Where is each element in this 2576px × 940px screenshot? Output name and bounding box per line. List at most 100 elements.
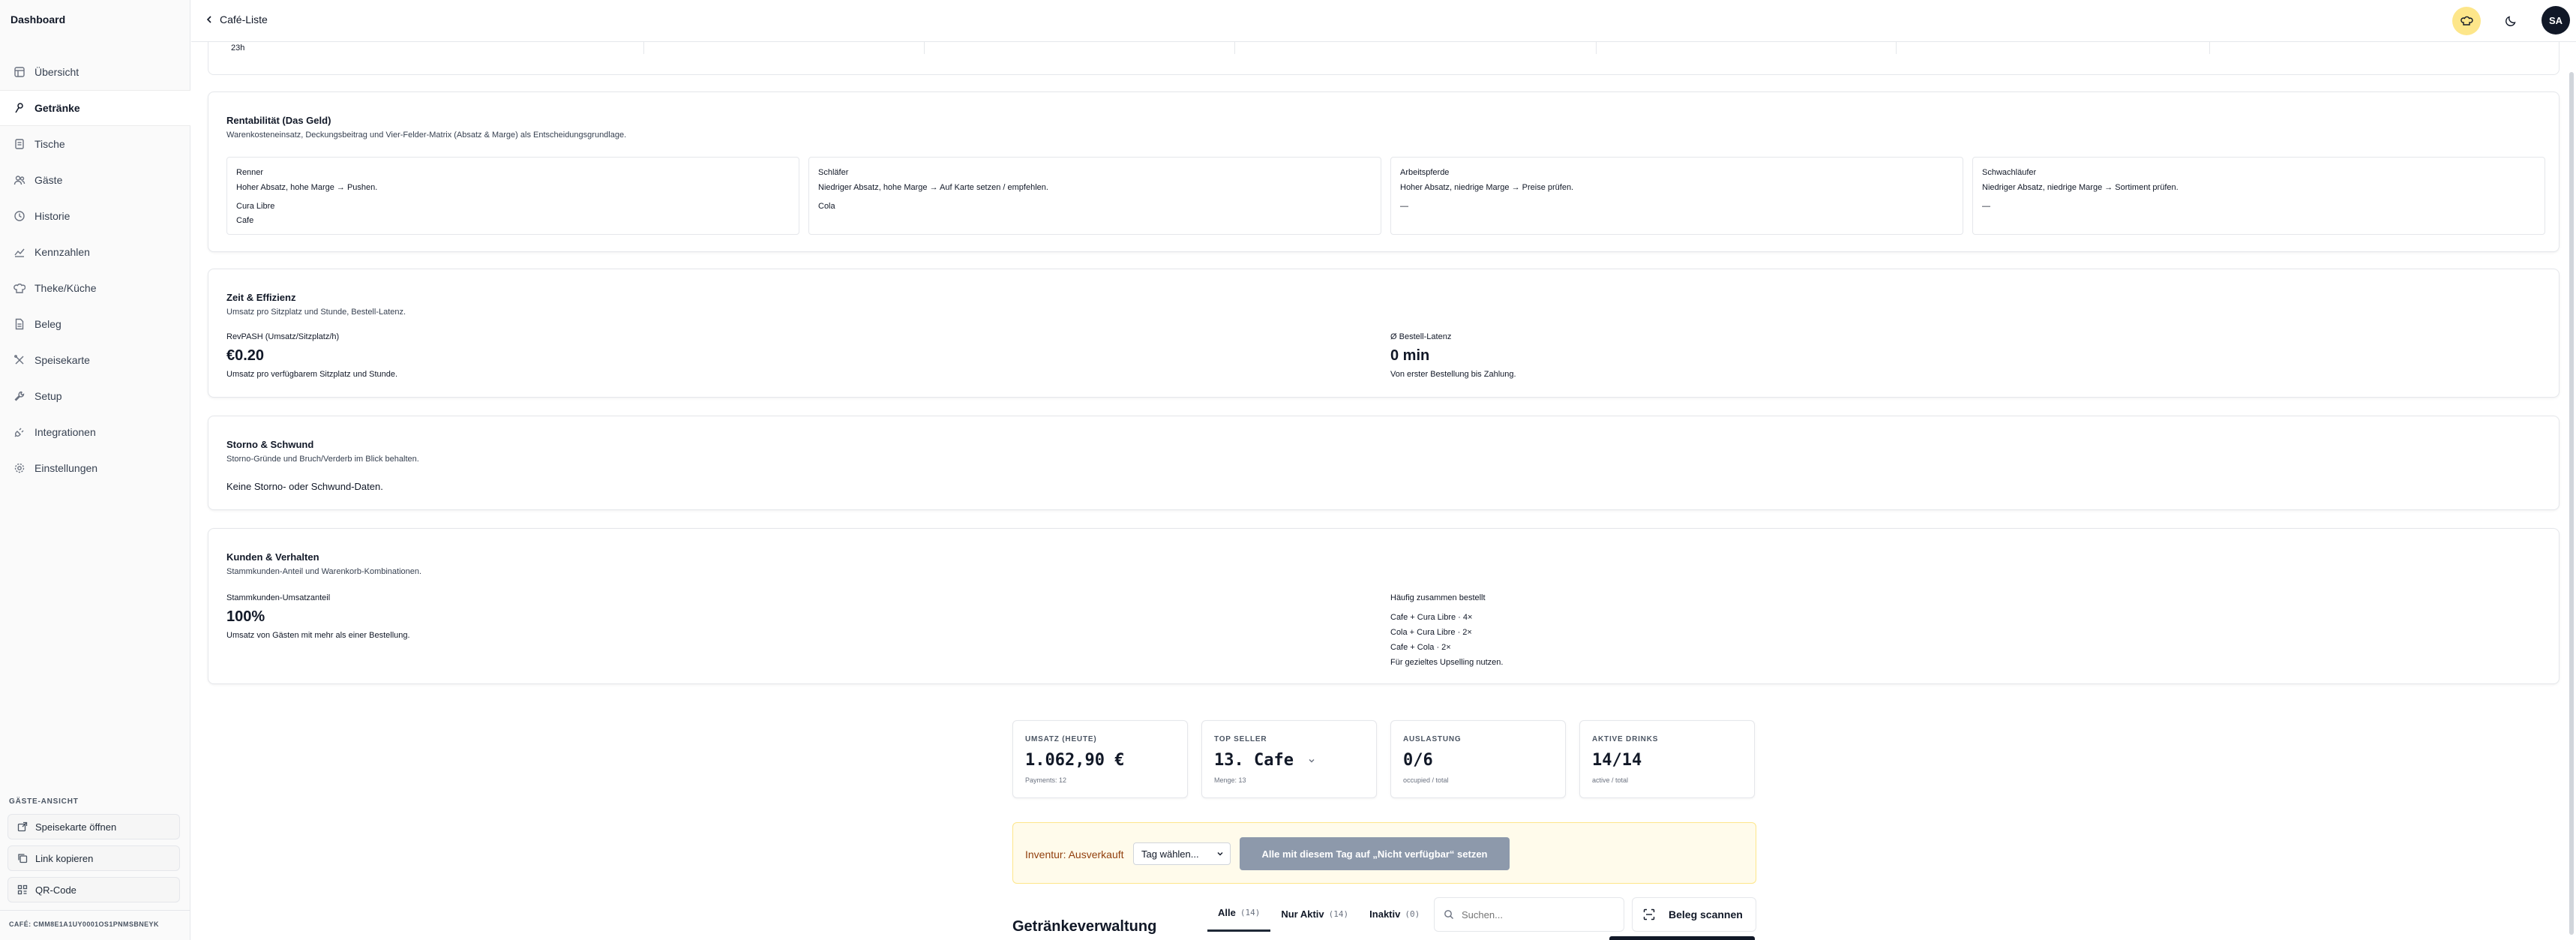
history-icon xyxy=(13,210,25,222)
chart-icon xyxy=(13,246,25,258)
sidebar-item-label: Gäste xyxy=(34,174,63,186)
sidebar-item-label: Setup xyxy=(34,390,62,402)
qr-code-button[interactable]: QR-Code xyxy=(7,877,180,902)
avatar[interactable]: SA xyxy=(2542,6,2570,35)
sidebar-item-beleg[interactable]: Beleg xyxy=(0,306,190,342)
sidebar-item-historie[interactable]: Historie xyxy=(0,198,190,234)
sidebar-item-integrationen[interactable]: Integrationen xyxy=(0,414,190,450)
sidebar-item-einstellungen[interactable]: Einstellungen xyxy=(0,450,190,486)
sidebar-item-speisekarte[interactable]: Speisekarte xyxy=(0,342,190,378)
card-title: Rentabilität (Das Geld) xyxy=(226,115,331,126)
copy-icon xyxy=(17,853,28,863)
tab-count: (14) xyxy=(1328,908,1349,919)
quadrant-items: — xyxy=(1400,200,1408,214)
latency-value: 0 min xyxy=(1390,347,1430,364)
chevron-down-icon xyxy=(1309,759,1315,763)
layout-icon xyxy=(13,66,25,78)
filter-tabs: Alle (14) Nur Aktiv (14) Inaktiv (0) xyxy=(1207,896,1430,932)
sidebar-nav: Übersicht Getränke Tische Gäste Historie… xyxy=(0,54,190,486)
scrollbar[interactable] xyxy=(2569,42,2574,940)
scrollbar-thumb[interactable] xyxy=(2569,72,2574,935)
dark-mode-toggle[interactable] xyxy=(2497,7,2525,35)
revpash-label: RevPASH (Umsatz/Sitzplatz/h) xyxy=(226,332,340,341)
action-button-edge[interactable] xyxy=(1609,936,1755,940)
kpi-sub: occupied / total xyxy=(1403,776,1449,784)
search-icon xyxy=(1444,910,1453,919)
receipt-icon xyxy=(13,318,25,330)
open-menu-button[interactable]: Speisekarte öffnen xyxy=(7,814,180,839)
kpi-value: 1.062,90 € xyxy=(1025,751,1125,770)
qr-code-icon xyxy=(17,884,28,895)
hour-row-label: 23h xyxy=(231,44,245,53)
kpi-value: 14/14 xyxy=(1592,751,1642,770)
tab-count: (14) xyxy=(1240,908,1261,917)
quadrant-items: — xyxy=(1982,200,1990,214)
latency-label: Ø Bestell-Latenz xyxy=(1390,332,1452,341)
tab-label: Alle xyxy=(1218,907,1236,918)
sidebar-item-label: Integrationen xyxy=(34,426,96,438)
list-item: — xyxy=(1982,202,1990,211)
back-link[interactable]: Café-Liste xyxy=(205,14,268,26)
kpi-value: 0/6 xyxy=(1403,751,1433,770)
card-title: Zeit & Effizienz xyxy=(226,292,296,303)
quadrant-items: Cura Libre Cafe xyxy=(236,200,274,228)
empty-state: Keine Storno- oder Schwund-Daten. xyxy=(226,481,383,492)
kpi-sub: active / total xyxy=(1592,776,1629,784)
table-icon xyxy=(13,138,25,150)
sidebar-item-gaeste[interactable]: Gäste xyxy=(0,162,190,198)
quadrant-description: Niedriger Absatz, niedrige Marge → Sorti… xyxy=(1982,183,2179,192)
card-subtitle: Stammkunden-Anteil und Warenkorb-Kombina… xyxy=(226,567,422,576)
tab-all[interactable]: Alle (14) xyxy=(1207,896,1271,932)
moon-icon xyxy=(2506,16,2516,26)
kpi-value[interactable]: 13. Cafe xyxy=(1214,751,1315,770)
tab-active-only[interactable]: Nur Aktiv (14) xyxy=(1270,896,1359,932)
latency-note: Von erster Bestellung bis Zahlung. xyxy=(1390,370,1516,379)
sidebar-item-uebersicht[interactable]: Übersicht xyxy=(0,54,190,90)
list-item: Cura Libre xyxy=(236,202,275,211)
kpi-label: TOP SELLER xyxy=(1214,735,1267,743)
cafe-id: CAFÉ: CMM8E1A1UY0001OS1PNMSBNEYK xyxy=(9,920,159,928)
quadrant-title: Schläfer xyxy=(818,168,849,177)
profitability-card: Rentabilität (Das Geld) Warenkosteneinsa… xyxy=(208,92,2560,252)
tag-select[interactable]: Tag wählen... xyxy=(1133,842,1231,865)
combos-label: Häufig zusammen bestellt xyxy=(1390,593,1486,602)
table-column-separator xyxy=(1896,42,1897,54)
top-header: Café-Liste SA xyxy=(191,0,2576,42)
card-title: Storno & Schwund xyxy=(226,439,314,450)
sidebar-divider xyxy=(0,910,190,911)
search-input[interactable] xyxy=(1462,908,1612,920)
kpi-value-text: 13. Cafe xyxy=(1214,751,1294,770)
sidebar-item-label: Getränke xyxy=(34,102,80,114)
copy-link-button[interactable]: Link kopieren xyxy=(7,845,180,871)
back-link-label: Café-Liste xyxy=(220,14,268,26)
quadrant-description: Hoher Absatz, hohe Marge → Pushen. xyxy=(236,183,378,192)
sidebar-item-kennzahlen[interactable]: Kennzahlen xyxy=(0,234,190,270)
card-title: Kunden & Verhalten xyxy=(226,551,319,563)
scan-receipt-button[interactable]: Beleg scannen xyxy=(1632,897,1756,932)
list-item: Cafe + Cura Libre · 4× xyxy=(1390,613,1473,622)
tab-inactive[interactable]: Inaktiv (0) xyxy=(1359,896,1430,932)
quadrant-description: Hoher Absatz, niedrige Marge → Preise pr… xyxy=(1400,183,1574,192)
list-item: Cafe + Cola · 2× xyxy=(1390,643,1451,652)
set-unavailable-button[interactable]: Alle mit diesem Tag auf „Nicht verfügbar… xyxy=(1240,837,1510,870)
page-title: Getränkeverwaltung xyxy=(1012,918,1157,935)
table-column-separator xyxy=(1596,42,1597,54)
kpi-top-seller: TOP SELLER 13. Cafe Menge: 13 xyxy=(1201,720,1377,798)
sidebar-item-tische[interactable]: Tische xyxy=(0,126,190,162)
regulars-note: Umsatz von Gästen mit mehr als einer Bes… xyxy=(226,631,410,640)
sidebar-item-label: Kennzahlen xyxy=(34,246,90,258)
chevron-down-icon xyxy=(1217,852,1223,856)
regulars-value: 100% xyxy=(226,608,265,625)
open-menu-label: Speisekarte öffnen xyxy=(35,821,117,833)
external-link-icon xyxy=(17,821,28,832)
combos-note: Für gezieltes Upselling nutzen. xyxy=(1390,658,1504,667)
table-column-separator xyxy=(924,42,925,54)
card-subtitle: Warenkosteneinsatz, Deckungsbeitrag und … xyxy=(226,131,627,140)
theme-button[interactable] xyxy=(2452,7,2481,35)
gear-icon xyxy=(13,462,25,474)
sidebar-item-theke-kueche[interactable]: Theke/Küche xyxy=(0,270,190,306)
sidebar-item-setup[interactable]: Setup xyxy=(0,378,190,414)
quadrant-schlaefer: Schläfer Niedriger Absatz, hohe Marge → … xyxy=(808,157,1381,235)
chef-icon xyxy=(13,282,25,294)
sidebar-item-getraenke[interactable]: Getränke xyxy=(0,90,190,126)
